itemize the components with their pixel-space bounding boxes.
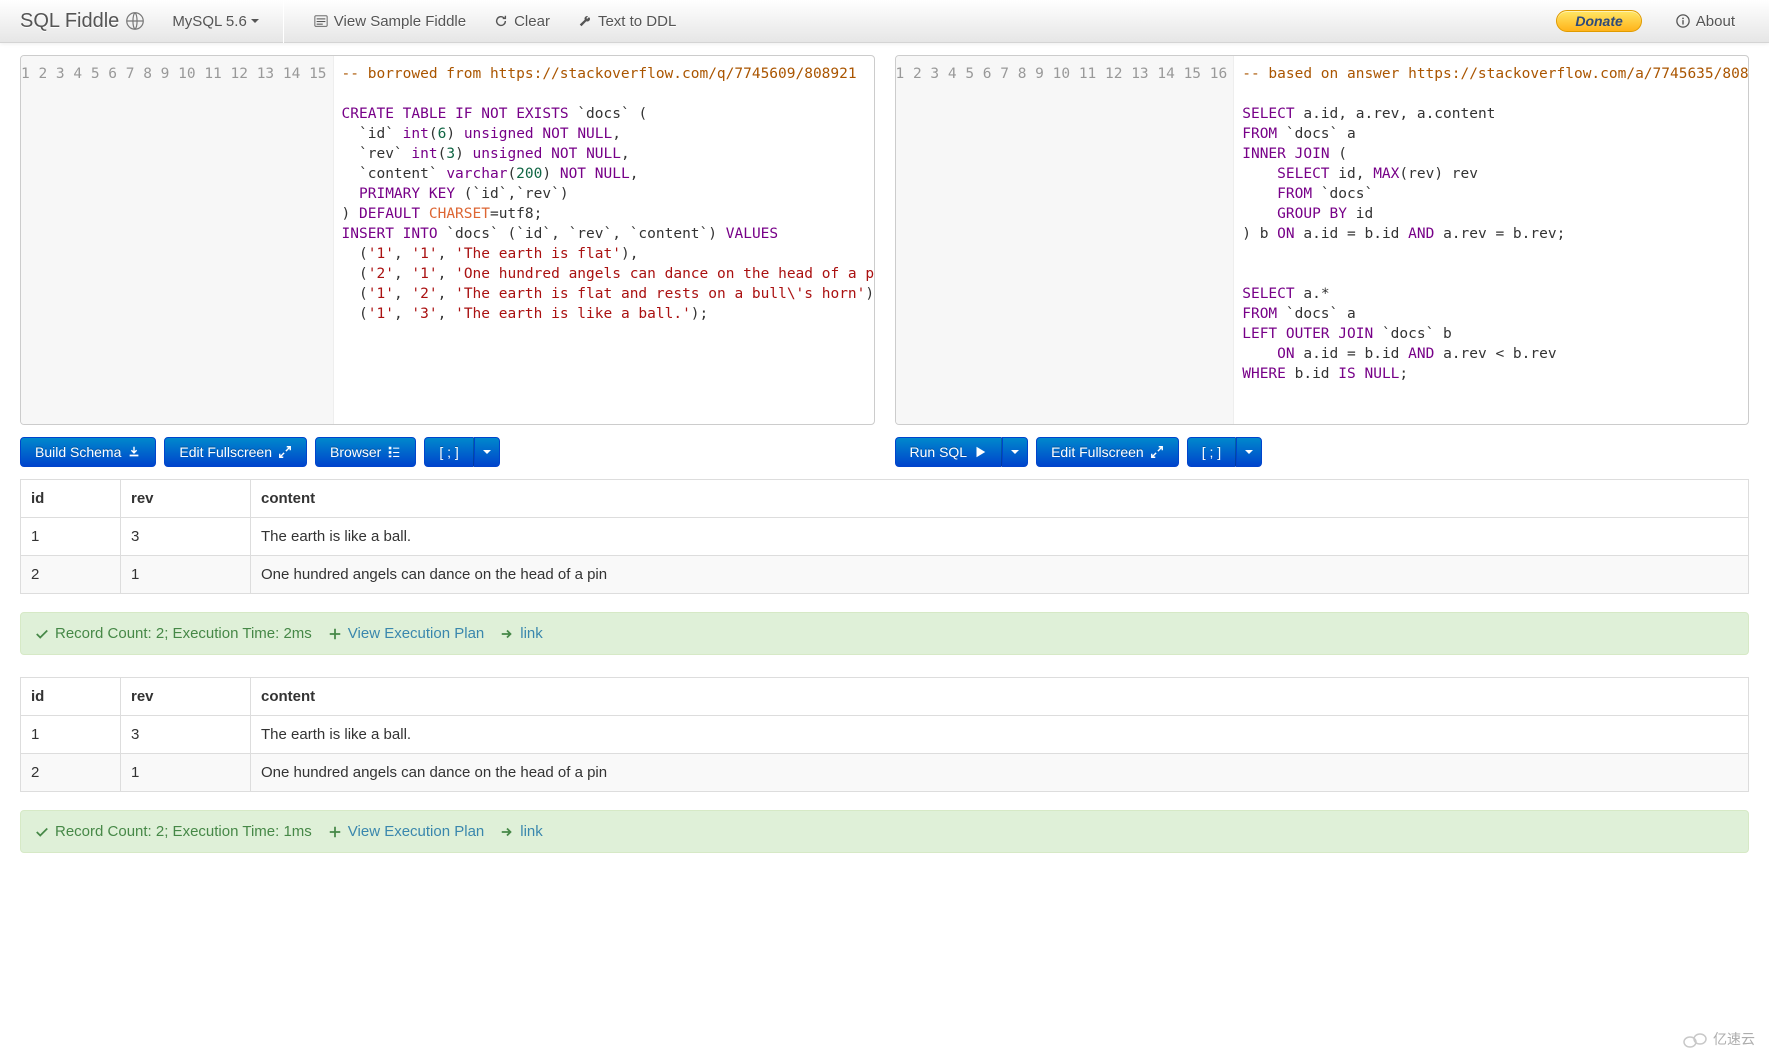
query-fullscreen-label: Edit Fullscreen [1051, 444, 1144, 460]
info-icon [1676, 14, 1690, 28]
nav-clear[interactable]: Clear [480, 5, 564, 38]
brand[interactable]: SQL Fiddle [20, 10, 148, 33]
query-terminator-button[interactable]: [ ; ] [1187, 437, 1236, 467]
schema-terminator-split: [ ; ] [424, 437, 499, 467]
nav-sample-label: View Sample Fiddle [334, 13, 466, 30]
browser-button[interactable]: Browser [315, 437, 416, 467]
db-name: MySQL 5.6 [172, 13, 246, 30]
table-cell: The earth is like a ball. [251, 716, 1749, 754]
schema-fullscreen-label: Edit Fullscreen [179, 444, 272, 460]
status-bar: Record Count: 2; Execution Time: 1ms Vie… [20, 810, 1749, 853]
build-schema-label: Build Schema [35, 444, 121, 460]
tree-icon [387, 445, 401, 459]
table-cell: One hundred angels can dance on the head… [251, 754, 1749, 792]
run-sql-dropdown[interactable] [1002, 437, 1028, 467]
table-cell: 1 [21, 518, 121, 556]
column-header[interactable]: rev [121, 678, 251, 716]
brand-text: SQL Fiddle [20, 10, 119, 33]
brand-logo-icon [122, 10, 148, 32]
browser-label: Browser [330, 444, 381, 460]
watermark-label: 亿速云 [1713, 1029, 1755, 1049]
schema-terminator-dropdown[interactable] [474, 437, 500, 467]
query-fullscreen-button[interactable]: Edit Fullscreen [1036, 437, 1179, 467]
check-icon [35, 627, 49, 641]
view-execution-plan-link[interactable]: View Execution Plan [328, 823, 484, 840]
wrench-icon [578, 14, 592, 28]
column-header[interactable]: id [21, 480, 121, 518]
play-icon [973, 445, 987, 459]
table-row: 21One hundred angels can dance on the he… [21, 754, 1749, 792]
table-cell: 1 [21, 716, 121, 754]
table-cell: 2 [21, 754, 121, 792]
schema-pane: 1 2 3 4 5 6 7 8 9 10 11 12 13 14 15 -- b… [20, 55, 875, 479]
arrow-icon [500, 627, 514, 641]
column-header[interactable]: id [21, 678, 121, 716]
schema-gutter: 1 2 3 4 5 6 7 8 9 10 11 12 13 14 15 [21, 56, 334, 424]
caret-down-icon [1245, 450, 1253, 454]
results-table: idrevcontent13The earth is like a ball.2… [20, 677, 1749, 792]
expand-icon [1150, 445, 1164, 459]
plus-icon [328, 825, 342, 839]
schema-toolbar: Build Schema Edit Fullscreen Browser [ ;… [20, 437, 875, 467]
view-execution-plan-link[interactable]: View Execution Plan [328, 625, 484, 642]
table-cell: 3 [121, 716, 251, 754]
table-cell: One hundred angels can dance on the head… [251, 556, 1749, 594]
table-cell: 2 [21, 556, 121, 594]
results-table: idrevcontent13The earth is like a ball.2… [20, 479, 1749, 594]
table-row: 21One hundred angels can dance on the he… [21, 556, 1749, 594]
watermark: 亿速云 [1683, 1029, 1755, 1049]
plus-icon [328, 627, 342, 641]
status-text: Record Count: 2; Execution Time: 1ms [35, 823, 312, 840]
nav-about[interactable]: About [1662, 5, 1749, 38]
donate-button[interactable]: Donate [1556, 10, 1641, 32]
table-cell: 1 [121, 754, 251, 792]
nav-about-label: About [1696, 13, 1735, 30]
permalink-link[interactable]: link [500, 823, 543, 840]
list-icon [314, 14, 328, 28]
topbar: SQL Fiddle MySQL 5.6 View Sample Fiddle … [0, 0, 1769, 43]
arrow-icon [500, 825, 514, 839]
caret-down-icon [483, 450, 491, 454]
expand-icon [278, 445, 292, 459]
permalink-link[interactable]: link [500, 625, 543, 642]
main-panes: 1 2 3 4 5 6 7 8 9 10 11 12 13 14 15 -- b… [0, 43, 1769, 479]
refresh-icon [494, 14, 508, 28]
run-sql-split: Run SQL [895, 437, 1029, 467]
nav-divider [283, 0, 284, 43]
schema-fullscreen-button[interactable]: Edit Fullscreen [164, 437, 307, 467]
query-editor[interactable]: 1 2 3 4 5 6 7 8 9 10 11 12 13 14 15 16 -… [895, 55, 1750, 425]
check-icon [35, 825, 49, 839]
download-icon [127, 445, 141, 459]
column-header[interactable]: rev [121, 480, 251, 518]
table-cell: 1 [121, 556, 251, 594]
query-toolbar: Run SQL Edit Fullscreen [ ; ] [895, 437, 1750, 467]
nav-sample-fiddle[interactable]: View Sample Fiddle [300, 5, 480, 38]
column-header[interactable]: content [251, 678, 1749, 716]
status-text: Record Count: 2; Execution Time: 2ms [35, 625, 312, 642]
run-sql-label: Run SQL [910, 444, 968, 460]
db-selector[interactable]: MySQL 5.6 [160, 5, 270, 38]
table-cell: 3 [121, 518, 251, 556]
query-code[interactable]: -- based on answer https://stackoverflow… [1234, 56, 1748, 424]
table-cell: The earth is like a ball. [251, 518, 1749, 556]
results: idrevcontent13The earth is like a ball.2… [0, 479, 1769, 853]
nav-clear-label: Clear [514, 13, 550, 30]
query-terminator-split: [ ; ] [1187, 437, 1262, 467]
table-row: 13The earth is like a ball. [21, 518, 1749, 556]
schema-terminator-button[interactable]: [ ; ] [424, 437, 473, 467]
table-row: 13The earth is like a ball. [21, 716, 1749, 754]
caret-down-icon [1011, 450, 1019, 454]
query-gutter: 1 2 3 4 5 6 7 8 9 10 11 12 13 14 15 16 [896, 56, 1235, 424]
query-pane: 1 2 3 4 5 6 7 8 9 10 11 12 13 14 15 16 -… [895, 55, 1750, 479]
schema-editor[interactable]: 1 2 3 4 5 6 7 8 9 10 11 12 13 14 15 -- b… [20, 55, 875, 425]
run-sql-button[interactable]: Run SQL [895, 437, 1003, 467]
nav-text-to-ddl[interactable]: Text to DDL [564, 5, 690, 38]
query-terminator-dropdown[interactable] [1236, 437, 1262, 467]
status-bar: Record Count: 2; Execution Time: 2ms Vie… [20, 612, 1749, 655]
nav-ddl-label: Text to DDL [598, 13, 676, 30]
build-schema-button[interactable]: Build Schema [20, 437, 156, 467]
schema-code[interactable]: -- borrowed from https://stackoverflow.c… [334, 56, 874, 424]
column-header[interactable]: content [251, 480, 1749, 518]
caret-down-icon [251, 19, 259, 23]
